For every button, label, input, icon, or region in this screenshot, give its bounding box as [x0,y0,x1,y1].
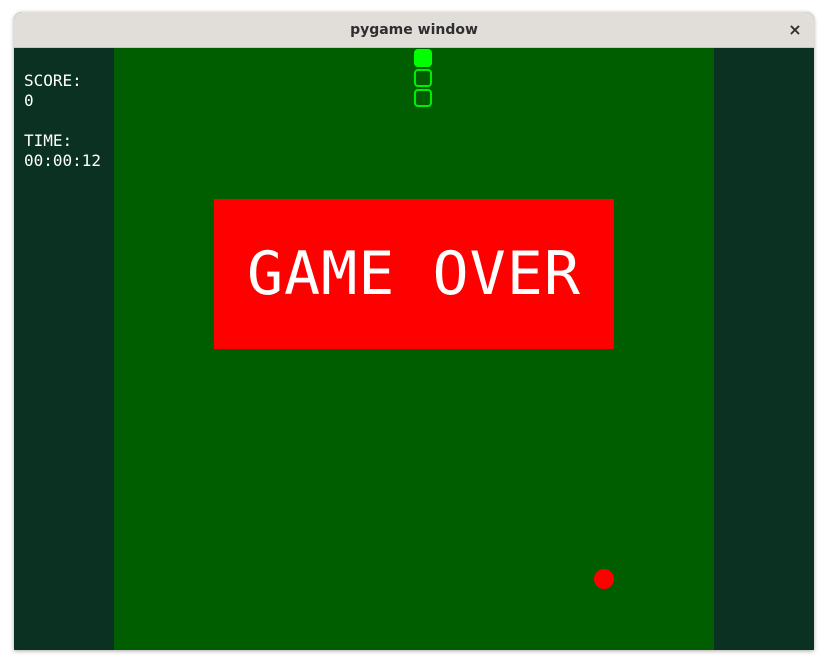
time-label: TIME: [24,131,73,150]
snake-body-segment [414,69,432,87]
game-window: pygame window × SCORE: 0 TIME: 00:00:12 … [14,12,814,650]
score-value: 0 [24,91,34,110]
hud-sidebar: SCORE: 0 TIME: 00:00:12 [14,48,114,650]
score-label: SCORE: [24,71,82,90]
close-button[interactable]: × [784,19,806,41]
play-field: GAME OVER [114,48,714,650]
game-over-banner: GAME OVER [214,199,614,349]
window-title: pygame window [350,22,478,38]
snake-body-segment [414,89,432,107]
title-bar[interactable]: pygame window × [14,12,814,48]
time-value: 00:00:12 [24,151,102,170]
snake-head [414,49,432,67]
food-pellet [594,569,614,589]
right-border-panel [714,48,814,650]
